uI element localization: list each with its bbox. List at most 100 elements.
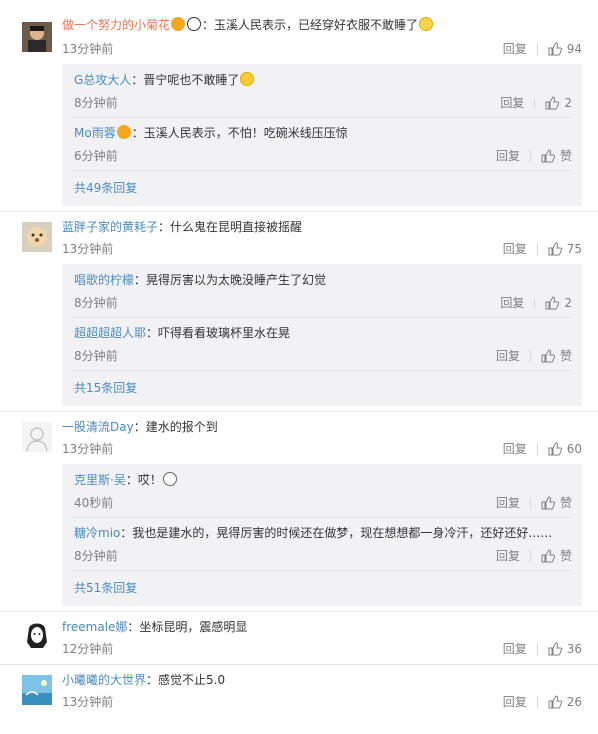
reply-button[interactable]: 回复 [496, 496, 520, 510]
like-button[interactable]: 2 [545, 296, 572, 310]
reply-line: 唱歌的柠檬：晃得厉害以为太晚没睡产生了幻觉 [74, 272, 326, 288]
more-replies-link[interactable]: 共15条回复 [74, 381, 137, 395]
divider [72, 570, 572, 571]
thumbs-up-icon [545, 296, 560, 310]
like-button[interactable]: 赞 [541, 549, 572, 563]
comment-text: ：坐标昆明，震感明显 [127, 620, 248, 634]
reply-line: 糖冷mio：我也是建水的，晃得厉害的时候还在做梦，现在想想都一身冷汗，还好还好…… [74, 525, 552, 541]
emoji-icon [240, 72, 255, 86]
reply-item: 唱歌的柠檬：晃得厉害以为太晚没睡产生了幻觉 8分钟前 回复 2 [62, 264, 582, 317]
reply-time: 40秒前 [74, 496, 114, 510]
like-button[interactable]: 75 [548, 242, 582, 256]
reply-line: Mo雨蓉 ：玉溪人民表示，不怕！吃碗米线压压惊 [74, 125, 348, 141]
panda-emoji-icon [187, 17, 202, 31]
more-replies-link[interactable]: 共51条回复 [74, 581, 137, 595]
reply-actions: 回复 赞 [496, 496, 572, 510]
reply-box: G总攻大人：晋宁呢也不敢睡了 8分钟前 回复 2 Mo雨蓉 ：玉溪人民表示，不怕！… [62, 64, 582, 206]
comment-time: 13分钟前 [62, 695, 114, 709]
like-button[interactable]: 60 [548, 442, 582, 456]
reply-text: ：晃得厉害以为太晚没睡产生了幻觉 [134, 273, 327, 287]
reply-button[interactable]: 回复 [503, 695, 527, 709]
avatar[interactable] [22, 222, 52, 252]
thumbs-up-icon [541, 549, 555, 563]
comment-username[interactable]: freemale娜 [62, 620, 127, 634]
divider [72, 170, 572, 171]
reply-text: ：晋宁呢也不敢睡了 [131, 73, 240, 87]
avatar[interactable] [22, 22, 52, 52]
like-count: 75 [566, 242, 582, 256]
comment-text: ：玉溪人民表示，已经穿好衣服不敢睡了 [202, 18, 419, 32]
reply-line: 超超超超人耶：吓得看看玻璃杯里水在晃 [74, 325, 290, 341]
reply-username[interactable]: 糖冷mio [74, 526, 120, 540]
avatar[interactable] [22, 620, 52, 650]
like-count: 赞 [559, 496, 572, 510]
more-replies-link[interactable]: 共49条回复 [74, 181, 137, 195]
comment-username[interactable]: 蓝胖子家的黄耗子 [62, 220, 158, 234]
like-count: 26 [566, 695, 582, 709]
reply-box: 克里斯·吴：哎！ 40秒前 回复 赞 糖冷mio：我也是建水的，晃得厉害的时候还… [62, 464, 582, 606]
like-count: 2 [564, 296, 572, 310]
like-button[interactable]: 94 [548, 42, 582, 56]
reply-actions: 回复 赞 [496, 149, 572, 163]
reply-button[interactable]: 回复 [503, 642, 527, 656]
reply-button[interactable]: 回复 [503, 242, 527, 256]
divider [529, 150, 531, 162]
comment-text: ：建水的报个到 [133, 420, 218, 434]
reply-button[interactable]: 回复 [500, 96, 524, 110]
comment-line: 小曦曦的大世界：感觉不止5.0 [62, 672, 225, 688]
reply-username[interactable]: 超超超超人耶 [74, 326, 146, 340]
comment-thread: 小曦曦的大世界：感觉不止5.0 13分钟前 回复 26 [0, 665, 598, 734]
reply-username[interactable]: 唱歌的柠檬 [74, 273, 134, 287]
comment-actions: 回复 75 [503, 242, 582, 256]
comment-text: ：什么鬼在昆明直接被摇醒 [158, 220, 303, 234]
comment-username[interactable]: 小曦曦的大世界 [62, 673, 146, 687]
divider [534, 97, 536, 109]
like-button[interactable]: 赞 [541, 349, 572, 363]
reply-button[interactable]: 回复 [496, 149, 520, 163]
comment-username[interactable]: 一股清流Day [62, 420, 134, 434]
comment-actions: 回复 26 [503, 695, 582, 709]
reply-username[interactable]: Mo雨蓉 [74, 126, 116, 140]
like-count: 94 [566, 42, 582, 56]
reply-text: ：我也是建水的，晃得厉害的时候还在做梦，现在想想都一身冷汗，还好还好…… [120, 526, 553, 540]
reply-button[interactable]: 回复 [496, 549, 520, 563]
like-count: 赞 [559, 349, 572, 363]
reply-button[interactable]: 回复 [503, 442, 527, 456]
divider [529, 350, 531, 362]
comment-time: 13分钟前 [62, 442, 114, 456]
like-button[interactable]: 赞 [541, 496, 572, 510]
reply-box: 唱歌的柠檬：晃得厉害以为太晚没睡产生了幻觉 8分钟前 回复 2 超超超超人耶：吓… [62, 264, 582, 406]
reply-text: ：哎！ [125, 473, 162, 487]
divider [529, 550, 531, 562]
reply-line: G总攻大人：晋宁呢也不敢睡了 [74, 72, 255, 88]
thumbs-up-icon [541, 149, 555, 163]
reply-actions: 回复 赞 [496, 549, 572, 563]
reply-actions: 回复 2 [500, 96, 572, 110]
like-button[interactable]: 2 [545, 96, 572, 110]
reply-time: 8分钟前 [74, 349, 118, 363]
divider [536, 243, 538, 255]
reply-username[interactable]: G总攻大人 [74, 73, 131, 87]
comment-time: 13分钟前 [62, 242, 114, 256]
avatar[interactable] [22, 675, 52, 705]
comment-time: 13分钟前 [62, 42, 114, 56]
reply-button[interactable]: 回复 [500, 296, 524, 310]
reply-button[interactable]: 回复 [496, 349, 520, 363]
smile-emoji-icon [162, 472, 177, 486]
reply-item: 糖冷mio：我也是建水的，晃得厉害的时候还在做梦，现在想想都一身冷汗，还好还好…… [62, 517, 582, 570]
thumbs-up-icon [545, 96, 560, 110]
thumbs-up-icon [548, 695, 562, 709]
reply-time: 8分钟前 [74, 549, 118, 563]
like-button[interactable]: 36 [548, 642, 582, 656]
reply-username[interactable]: 克里斯·吴 [74, 473, 126, 487]
divider [529, 497, 531, 509]
like-button[interactable]: 赞 [541, 149, 572, 163]
avatar[interactable] [22, 422, 52, 452]
reply-button[interactable]: 回复 [503, 42, 527, 56]
divider [534, 297, 536, 309]
thumbs-up-icon [548, 42, 562, 56]
comment-thread: 蓝胖子家的黄耗子：什么鬼在昆明直接被摇醒 13分钟前 回复 75 唱歌的柠檬：晃… [0, 212, 598, 412]
comment-username[interactable]: 做一个努力的小菊花 [62, 18, 170, 32]
divider [72, 370, 572, 371]
like-button[interactable]: 26 [548, 695, 582, 709]
